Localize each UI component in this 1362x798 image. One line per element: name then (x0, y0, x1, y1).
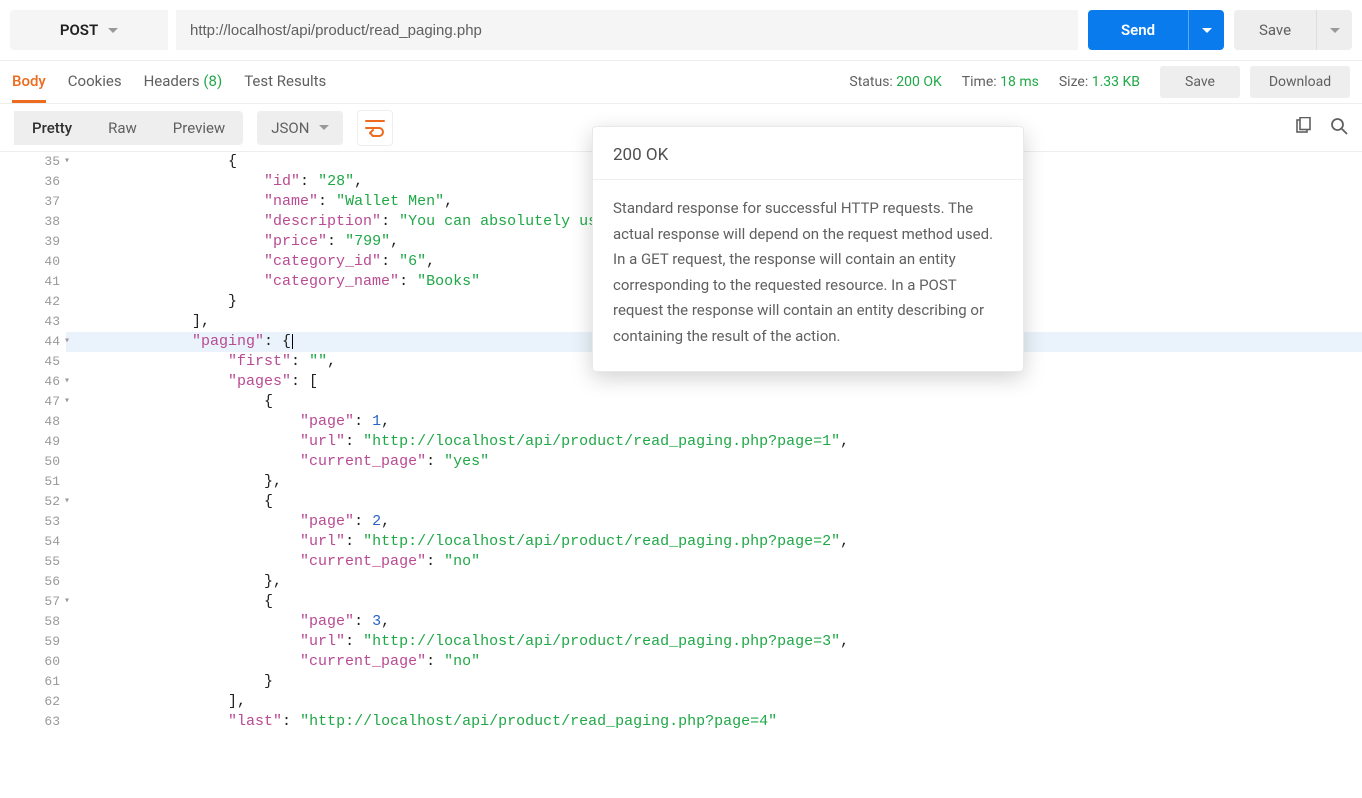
send-dropdown[interactable] (1188, 10, 1224, 50)
tab-headers-label: Headers (144, 72, 200, 90)
method-select[interactable]: POST (10, 10, 168, 50)
view-pretty[interactable]: Pretty (14, 111, 90, 145)
tooltip-body: Standard response for successful HTTP re… (593, 180, 1023, 371)
wrap-icon (365, 119, 385, 137)
download-button[interactable]: Download (1250, 66, 1350, 98)
time: Time: 18 ms (962, 74, 1039, 90)
view-mode-group: Pretty Raw Preview (14, 111, 243, 145)
response-save-button[interactable]: Save (1160, 66, 1240, 98)
status-tooltip: 200 OK Standard response for successful … (592, 126, 1024, 372)
view-preview[interactable]: Preview (155, 111, 243, 145)
copy-icon[interactable] (1294, 117, 1312, 139)
method-label: POST (60, 21, 98, 39)
view-raw[interactable]: Raw (90, 111, 155, 145)
send-button[interactable]: Send (1088, 10, 1188, 50)
save-button-group: Save (1234, 10, 1352, 50)
search-icon[interactable] (1330, 117, 1348, 139)
chevron-down-icon (319, 125, 329, 130)
tab-body[interactable]: Body (12, 62, 46, 103)
size: Size: 1.33 KB (1059, 74, 1140, 90)
format-label: JSON (271, 119, 309, 137)
wrap-lines-button[interactable] (357, 110, 393, 146)
response-header: Body Cookies Headers (8) Test Results St… (0, 60, 1362, 104)
response-tabs: Body Cookies Headers (8) Test Results (12, 62, 326, 103)
tooltip-title: 200 OK (593, 127, 1023, 180)
response-actions: Save Download (1160, 66, 1350, 98)
status[interactable]: Status: 200 OK (849, 74, 941, 90)
save-dropdown[interactable] (1316, 10, 1352, 50)
tab-headers[interactable]: Headers (8) (144, 62, 223, 103)
response-meta: Status: 200 OK Time: 18 ms Size: 1.33 KB (849, 74, 1140, 90)
save-button[interactable]: Save (1234, 10, 1316, 50)
tab-headers-count: (8) (203, 72, 222, 90)
tab-test-results[interactable]: Test Results (244, 62, 326, 103)
request-bar: POST Send Save (0, 0, 1362, 60)
chevron-down-icon (1330, 28, 1340, 33)
send-button-group: Send (1088, 10, 1224, 50)
chevron-down-icon (108, 28, 118, 33)
tab-cookies[interactable]: Cookies (68, 62, 122, 103)
editor-right-icons (1294, 117, 1348, 139)
chevron-down-icon (1202, 28, 1212, 33)
url-input[interactable] (176, 10, 1078, 50)
format-select[interactable]: JSON (257, 111, 343, 145)
gutter: 3536373839404142434445464748495051525354… (0, 152, 66, 732)
